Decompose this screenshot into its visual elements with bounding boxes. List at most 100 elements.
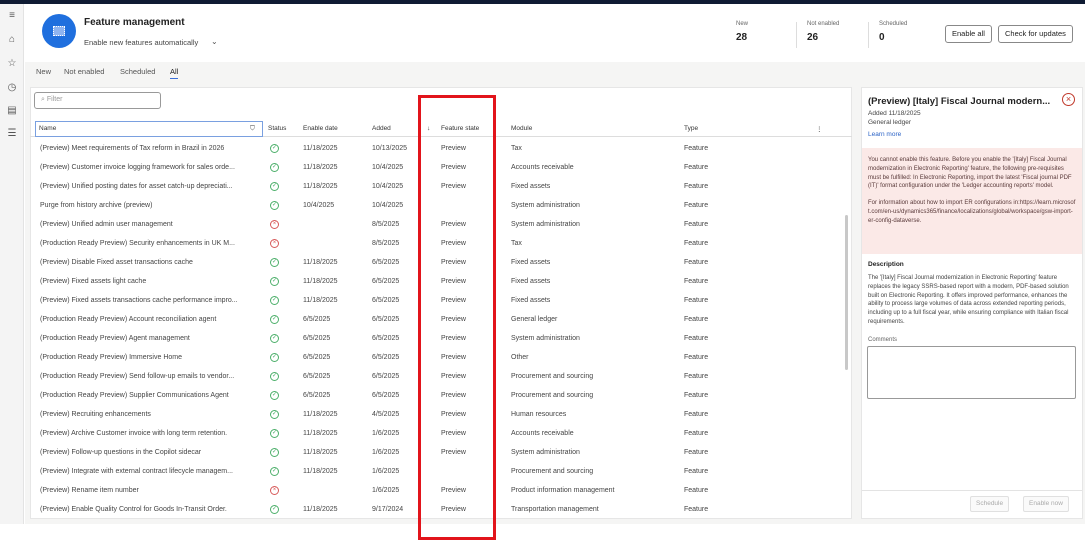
- column-name[interactable]: Name: [39, 125, 56, 132]
- type: Feature: [684, 373, 709, 380]
- enable-date: 11/18/2025: [303, 411, 338, 418]
- type: Feature: [684, 278, 709, 285]
- tab-all[interactable]: All: [170, 67, 179, 79]
- filter-funnel-icon[interactable]: ⛉: [250, 125, 255, 133]
- feature-name: (Production Ready Preview) Send follow-u…: [40, 373, 235, 380]
- enabled-status-icon: ✓: [270, 505, 279, 514]
- chevron-down-icon[interactable]: ⌄: [211, 37, 218, 46]
- module: Fixed assets: [511, 183, 551, 190]
- check-for-updates-button[interactable]: Check for updates: [998, 25, 1073, 43]
- grid-scrollbar[interactable]: [845, 215, 848, 370]
- type: Feature: [684, 164, 709, 171]
- module: System administration: [511, 449, 580, 456]
- added-date: 1/6/2025: [372, 430, 400, 437]
- feature-name: (Production Ready Preview) Immersive Hom…: [40, 354, 182, 361]
- enable-date: 6/5/2025: [303, 392, 331, 399]
- module: Accounts receivable: [511, 164, 574, 171]
- module: System administration: [511, 335, 580, 342]
- column-status[interactable]: Status: [268, 125, 286, 132]
- module: System administration: [511, 221, 580, 228]
- enabled-status-icon: ✓: [270, 296, 279, 305]
- comments-textarea[interactable]: [867, 346, 1076, 399]
- type: Feature: [684, 487, 709, 494]
- not-enabled-status-icon: ×: [270, 239, 279, 248]
- added-date: 6/5/2025: [372, 259, 400, 266]
- enable-date: 11/18/2025: [303, 449, 338, 456]
- enable-date: 11/18/2025: [303, 430, 338, 437]
- enable-date: 6/5/2025: [303, 316, 331, 323]
- module: Tax: [511, 240, 522, 247]
- module: System administration: [511, 202, 580, 209]
- more-options-icon[interactable]: ⋮: [816, 125, 823, 133]
- enable-all-button[interactable]: Enable all: [945, 25, 992, 43]
- panel-title: (Preview) [Italy] Fiscal Journal modern.…: [868, 96, 1051, 107]
- added-date: 6/5/2025: [372, 278, 400, 285]
- enabled-status-icon: ✓: [270, 353, 279, 362]
- top-bar: [0, 0, 1085, 4]
- enable-date: 6/5/2025: [303, 373, 331, 380]
- clock-icon[interactable]: ◷: [6, 82, 18, 93]
- module: Procurement and sourcing: [511, 468, 594, 475]
- tab-new[interactable]: New: [36, 67, 51, 76]
- enabled-status-icon: ✓: [270, 410, 279, 419]
- type: Feature: [684, 335, 709, 342]
- module: Human resources: [511, 411, 567, 418]
- added-date: 1/6/2025: [372, 468, 400, 475]
- enable-date: 11/18/2025: [303, 164, 338, 171]
- module: Tax: [511, 145, 522, 152]
- type: Feature: [684, 392, 709, 399]
- feature-name: (Preview) Enable Quality Control for Goo…: [40, 506, 227, 513]
- prerequisite-warning: You cannot enable this feature. Before y…: [862, 148, 1082, 254]
- column-module[interactable]: Module: [511, 125, 532, 132]
- filter-input[interactable]: ⌕ Filter: [34, 92, 161, 109]
- type: Feature: [684, 506, 709, 513]
- schedule-button[interactable]: Schedule: [970, 496, 1010, 512]
- enabled-status-icon: ✓: [270, 277, 279, 286]
- feature-name: (Production Ready Preview) Account recon…: [40, 316, 217, 323]
- close-icon[interactable]: ×: [1062, 93, 1075, 106]
- tab-scheduled[interactable]: Scheduled: [120, 67, 155, 76]
- name-column-header[interactable]: [35, 121, 263, 137]
- enable-date: 11/18/2025: [303, 183, 338, 190]
- workspace-icon[interactable]: ▤: [6, 105, 18, 116]
- auto-enable-dropdown[interactable]: Enable new features automatically: [84, 38, 198, 47]
- enable-now-button[interactable]: Enable now: [1023, 496, 1069, 512]
- type: Feature: [684, 145, 709, 152]
- panel-module: General ledger: [868, 119, 911, 126]
- feature-name: (Preview) Unified posting dates for asse…: [40, 183, 233, 190]
- added-date: 8/5/2025: [372, 221, 400, 228]
- type: Feature: [684, 354, 709, 361]
- added-date: 6/5/2025: [372, 335, 400, 342]
- enabled-status-icon: ✓: [270, 448, 279, 457]
- column-type[interactable]: Type: [684, 125, 698, 132]
- stat-new: New 28: [736, 21, 749, 43]
- feature-name: (Preview) Fixed assets light cache: [40, 278, 147, 285]
- enable-date: 11/18/2025: [303, 468, 338, 475]
- list-icon[interactable]: ☰: [6, 128, 18, 139]
- enabled-status-icon: ✓: [270, 391, 279, 400]
- added-date: 6/5/2025: [372, 373, 400, 380]
- feature-name: (Preview) Recruiting enhancements: [40, 411, 151, 418]
- column-enable-date[interactable]: Enable date: [303, 125, 338, 132]
- module: Procurement and sourcing: [511, 373, 594, 380]
- enabled-status-icon: ✓: [270, 334, 279, 343]
- feature-name: (Preview) Disable Fixed asset transactio…: [40, 259, 193, 266]
- stat-not-enabled: Not enabled 26: [807, 21, 840, 43]
- tab-not-enabled[interactable]: Not enabled: [64, 67, 104, 76]
- type: Feature: [684, 202, 709, 209]
- feature-name: (Preview) Follow-up questions in the Cop…: [40, 449, 202, 456]
- learn-more-link[interactable]: Learn more: [868, 131, 901, 138]
- enable-date: 11/18/2025: [303, 259, 338, 266]
- feature-name: (Preview) Archive Customer invoice with …: [40, 430, 228, 437]
- added-date: 6/5/2025: [372, 297, 400, 304]
- column-added[interactable]: Added: [372, 125, 391, 132]
- star-icon[interactable]: ☆: [6, 58, 18, 69]
- module: Fixed assets: [511, 297, 551, 304]
- page-title: Feature management: [84, 17, 185, 28]
- home-icon[interactable]: ⌂: [6, 34, 18, 45]
- type: Feature: [684, 240, 709, 247]
- hamburger-icon[interactable]: ≡: [6, 10, 18, 21]
- feature-name: (Production Ready Preview) Agent managem…: [40, 335, 190, 342]
- type: Feature: [684, 297, 709, 304]
- added-date: 1/6/2025: [372, 449, 400, 456]
